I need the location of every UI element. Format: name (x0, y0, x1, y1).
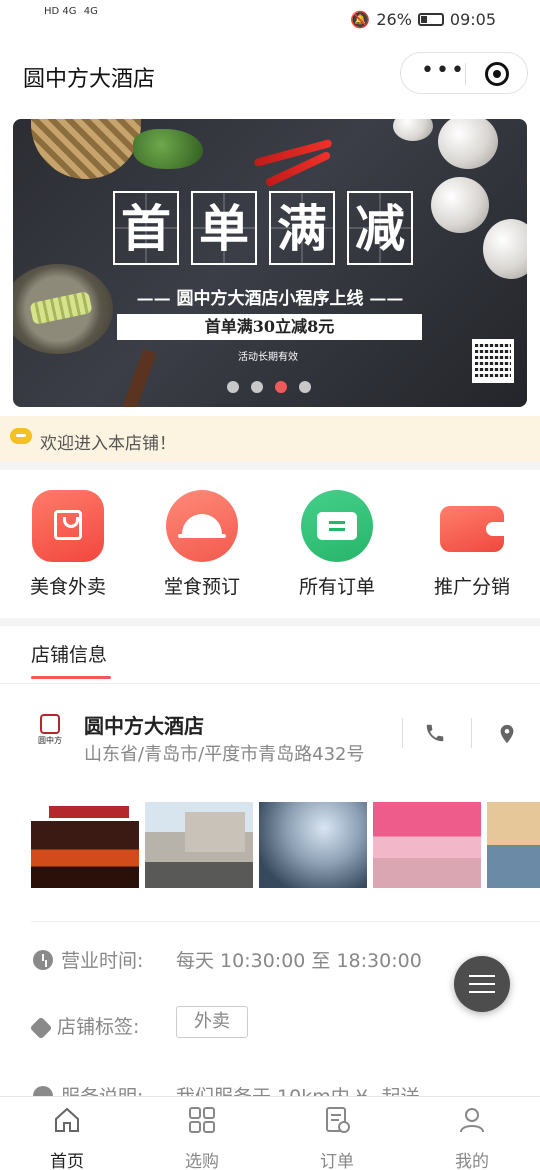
garlic-image-3 (483, 219, 527, 279)
banner-offer: 首单满30立减8元 (117, 314, 422, 340)
banner-section: 首 单 满 减 —— 圆中方大酒店小程序上线 —— 首单满30立减8元 活动长期… (0, 106, 540, 416)
grid-label: 推广分销 (433, 576, 510, 598)
menu-line (469, 975, 495, 977)
grid-label: 美食外卖 (29, 576, 106, 598)
status-bar: HD 4G 4G 🔕 26% 09:05 (0, 0, 540, 44)
phone-icon[interactable] (424, 722, 446, 744)
feature-grid: 美食外卖 堂食预订 所有订单 推广分销 (0, 470, 540, 618)
tag-badge: 外卖 (176, 1006, 248, 1038)
garlic-image-4 (393, 119, 433, 141)
network-indicator: HD 4G 4G (44, 6, 102, 17)
divider (471, 718, 472, 748)
tab-profile[interactable]: 我的 (427, 1105, 517, 1170)
bottom-tab-bar: 首页 选购 订单 我的 (0, 1096, 540, 1170)
logo-text: 圆中方 (38, 736, 62, 745)
announcement-icon (10, 428, 32, 444)
tab-home[interactable]: 首页 (22, 1105, 112, 1170)
network-label: HD 4G (44, 6, 77, 17)
grid-item-promotion[interactable]: 推广分销 (412, 490, 532, 599)
home-icon (55, 1107, 79, 1132)
ticket-icon (301, 490, 373, 562)
garlic-image-2 (431, 177, 489, 233)
banner-headline: 首 单 满 减 (113, 191, 413, 265)
hours-value: 每天 10:30:00 至 18:30:00 (176, 950, 422, 972)
grid-item-dine-in[interactable]: 堂食预订 (142, 490, 262, 599)
shop-photo[interactable] (145, 802, 253, 888)
shop-photo[interactable] (31, 802, 139, 888)
shop-photo-strip[interactable] (31, 802, 540, 888)
close-target-icon[interactable] (485, 62, 509, 86)
tab-label: 首页 (50, 1152, 84, 1170)
order-icon (326, 1107, 350, 1133)
page-title: 圆中方大酒店 (23, 67, 156, 92)
grid-item-takeout[interactable]: 美食外卖 (8, 490, 128, 599)
qr-code-icon (472, 339, 514, 383)
shop-name: 圆中方大酒店 (84, 714, 204, 738)
business-hours-row: 营业时间: 每天 10:30:00 至 18:30:00 (33, 946, 422, 973)
headline-char: 首 (113, 191, 179, 265)
notice-text: 欢迎进入本店铺！ (40, 434, 176, 454)
notice-bar: 欢迎进入本店铺！ (0, 416, 540, 462)
banner-note: 活动长期有效 (238, 352, 298, 363)
shop-logo: 圆中方 (34, 714, 66, 746)
battery-percent: 26% (376, 10, 412, 29)
tab-label: 选购 (185, 1152, 219, 1170)
hours-label: 营业时间: (61, 950, 144, 972)
logo-mark (40, 714, 60, 734)
menu-line (469, 991, 495, 993)
carousel-indicators (227, 381, 311, 393)
basket-image (31, 119, 141, 179)
shop-photo[interactable] (487, 802, 540, 888)
tab-label: 订单 (320, 1152, 354, 1170)
headline-char: 单 (191, 191, 257, 265)
menu-line (469, 983, 495, 985)
more-icon[interactable]: ••• (421, 60, 466, 82)
garlic-image (438, 119, 498, 169)
shop-photo[interactable] (373, 802, 481, 888)
mute-icon: 🔕 (350, 10, 371, 29)
shop-tags-row: 店铺标签: 外卖 (29, 1006, 248, 1040)
chopsticks-image (119, 348, 157, 407)
grid-icon (189, 1107, 215, 1133)
carousel-dot[interactable] (251, 381, 263, 393)
carousel-dot-active[interactable] (275, 381, 287, 393)
carousel-dot[interactable] (227, 381, 239, 393)
grid-item-orders[interactable]: 所有订单 (277, 490, 397, 599)
tab-shop-info[interactable]: 店铺信息 (31, 640, 107, 667)
tag-icon (29, 1016, 53, 1040)
clock: 09:05 (449, 10, 496, 29)
wallet-icon (436, 490, 508, 562)
headline-char: 减 (347, 191, 413, 265)
clock-icon (33, 950, 53, 970)
divider (402, 718, 403, 748)
divider (0, 683, 540, 684)
shop-info-section: 店铺信息 圆中方 圆中方大酒店 山东省/青岛市/平度市青岛路432号 营业时间:… (0, 626, 540, 1108)
shopping-bag-icon (32, 490, 104, 562)
tab-underline (31, 676, 111, 679)
headline-char: 满 (269, 191, 335, 265)
tab-label: 我的 (455, 1152, 489, 1170)
cloche-icon (166, 490, 238, 562)
tab-shop[interactable]: 选购 (157, 1105, 247, 1170)
divider (31, 921, 540, 922)
nav-bar: 圆中方大酒店 ••• (0, 44, 540, 106)
user-icon (460, 1108, 484, 1133)
tags-label: 店铺标签: (57, 1016, 140, 1038)
tab-orders[interactable]: 订单 (292, 1105, 382, 1170)
herb-image (133, 129, 203, 169)
banner-subtitle: —— 圆中方大酒店小程序上线 —— (136, 289, 404, 309)
battery-icon (417, 13, 444, 26)
carousel-dot[interactable] (299, 381, 311, 393)
shop-photo[interactable] (259, 802, 367, 888)
capsule-divider (465, 63, 466, 85)
grid-label: 所有订单 (298, 576, 375, 598)
mini-program-capsule: ••• (400, 52, 528, 94)
shop-address[interactable]: 山东省/青岛市/平度市青岛路432号 (84, 740, 364, 766)
location-pin-icon[interactable] (496, 722, 518, 746)
promo-banner[interactable]: 首 单 满 减 —— 圆中方大酒店小程序上线 —— 首单满30立减8元 活动长期… (13, 119, 527, 407)
network-label-2: 4G (83, 6, 98, 17)
floating-menu-button[interactable] (454, 956, 510, 1012)
grid-label: 堂食预订 (163, 576, 240, 598)
